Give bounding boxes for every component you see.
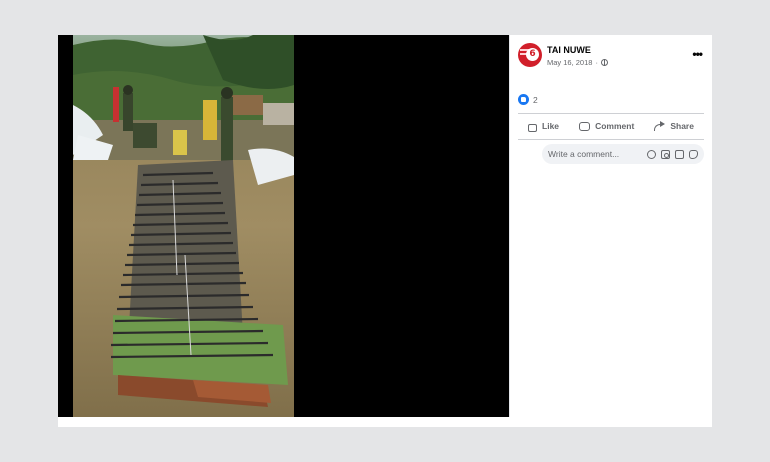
reaction-summary[interactable]: 2 — [518, 94, 538, 105]
comment-input[interactable] — [548, 149, 647, 159]
post-photo[interactable] — [73, 35, 294, 417]
emoji-icon[interactable] — [647, 149, 656, 159]
divider — [518, 113, 704, 114]
reaction-count: 2 — [533, 94, 538, 105]
share-button[interactable]: Share — [654, 121, 694, 131]
separator: · — [595, 58, 598, 67]
comment-tools — [647, 149, 698, 159]
like-reaction-icon — [518, 94, 529, 105]
share-icon — [654, 121, 666, 131]
gif-icon[interactable] — [675, 149, 684, 159]
like-icon — [528, 123, 538, 132]
bottom-strip — [58, 417, 712, 427]
divider — [518, 139, 704, 140]
more-icon[interactable]: ••• — [692, 47, 703, 61]
post-sidebar: 6 TAI NUWE May 16, 2018 · ••• 2 Like Com… — [509, 35, 712, 417]
action-bar: Like Comment Share — [518, 115, 704, 137]
globe-icon — [600, 59, 608, 66]
post-photo-graphic — [73, 35, 294, 417]
comment-icon — [579, 121, 591, 131]
facebook-post-frame: 6 TAI NUWE May 16, 2018 · ••• 2 Like Com… — [58, 35, 712, 427]
like-label: Like — [542, 121, 560, 131]
post-header: 6 TAI NUWE May 16, 2018 · ••• — [518, 43, 704, 73]
page-avatar[interactable]: 6 — [518, 43, 542, 67]
comment-label: Comment — [595, 121, 635, 131]
like-button[interactable]: Like — [528, 121, 559, 132]
comment-button[interactable]: Comment — [579, 121, 634, 131]
post-meta: May 16, 2018 · — [547, 58, 608, 67]
photo-viewer[interactable] — [58, 35, 509, 417]
comment-composer — [542, 144, 704, 164]
share-label: Share — [670, 121, 694, 131]
page-name[interactable]: TAI NUWE — [547, 45, 591, 55]
post-date[interactable]: May 16, 2018 — [547, 58, 592, 67]
camera-icon[interactable] — [661, 149, 670, 159]
avatar-badge: 6 — [526, 48, 539, 61]
sticker-icon[interactable] — [689, 149, 698, 159]
